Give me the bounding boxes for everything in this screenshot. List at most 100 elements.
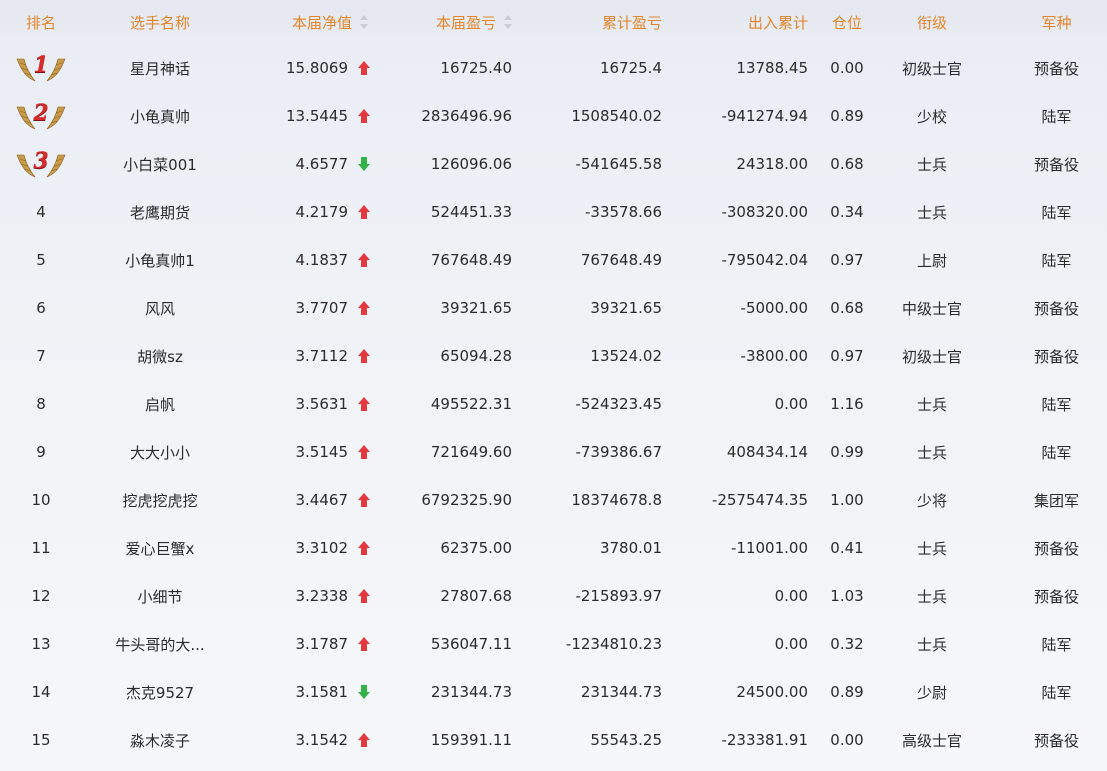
player-name[interactable]: 启帆 [82,380,238,428]
rank-cell: 15 [0,716,82,764]
inout-value: 13788.45 [736,59,808,77]
column-header-rank: 排名 [25,13,56,32]
column-header-current-pl-label: 本届盈亏 [435,13,496,32]
table-row: 14 杰克9527 3.1581 231344.73 231344.73 24500.00… [0,668,1107,716]
player-name[interactable]: 小龟真帅 [82,92,238,140]
position-value: 0.99 [830,443,864,461]
rank-number: 10 [31,491,51,509]
nav-value: 3.1542 [295,731,349,749]
player-name[interactable]: 小白菜001 [82,140,238,188]
cumulative-pl-value: 13524.02 [590,347,662,365]
nav-value: 3.5145 [295,443,349,461]
position-value: 1.03 [830,587,864,605]
player-name[interactable]: 小细节 [82,572,238,620]
column-header-cumulative-pl: 累计盈亏 [601,13,662,32]
nav-value: 3.7112 [295,347,349,365]
player-name[interactable]: 风风 [82,284,238,332]
table-header: 排名 选手名称 本届净值 本届盈亏 累计盈亏 出入累计 仓位 衔级 军种 [0,0,1107,44]
current-pl-value: 767648.49 [430,251,512,269]
sort-icon [504,15,512,29]
column-header-nav-label: 本届净值 [291,13,352,32]
nav-value: 4.6577 [295,155,349,173]
sort-icon [360,15,368,29]
arrow-down-icon [358,685,370,699]
current-pl-value: 16725.40 [440,59,512,77]
table-row: 1 星月神话 15.8069 16725.40 16725.4 13788.45 0.00 初… [0,44,1107,92]
rank-number: 9 [36,443,46,461]
leaderboard-table: 排名 选手名称 本届净值 本届盈亏 累计盈亏 出入累计 仓位 衔级 军种 1 星月… [0,0,1107,764]
rank-number: 4 [36,203,46,221]
trend-cell [352,476,376,524]
arrow-up-icon [358,637,370,651]
rank-medal-number: 1 [33,52,49,78]
branch-value: 陆军 [1041,443,1072,462]
player-name[interactable]: 星月神话 [82,44,238,92]
current-pl-value: 536047.11 [430,635,512,653]
current-pl-value: 159391.11 [430,731,512,749]
table-row: 12 小细节 3.2338 27807.68 -215893.97 0.00 1.03 士兵 预… [0,572,1107,620]
rank-cell: 6 [0,284,82,332]
table-row: 7 胡微sz 3.7112 65094.28 13524.02 -3800.00 0.97 初… [0,332,1107,380]
trend-cell [352,284,376,332]
current-pl-value: 2836496.96 [421,107,512,125]
rank-medal-number: 2 [33,100,49,126]
player-name[interactable]: 胡微sz [82,332,238,380]
table-row: 2 小龟真帅 13.5445 2836496.96 1508540.02 -941274.… [0,92,1107,140]
column-header-nav-sortable[interactable]: 本届净值 [238,0,368,44]
arrow-up-icon [358,397,370,411]
branch-value: 预备役 [1033,347,1079,366]
cumulative-pl-value: -33578.66 [585,203,662,221]
branch-value: 预备役 [1033,59,1079,78]
player-name[interactable]: 大大小小 [82,428,238,476]
current-pl-value: 721649.60 [430,443,512,461]
trend-cell [352,188,376,236]
arrow-up-icon [358,205,370,219]
position-value: 0.89 [830,107,864,125]
player-name[interactable]: 小龟真帅1 [82,236,238,284]
trend-cell [352,620,376,668]
nav-value: 15.8069 [285,59,348,77]
player-name[interactable]: 牛头哥的大... [82,620,238,668]
column-header-title: 衔级 [916,13,947,32]
player-name[interactable]: 老鹰期货 [82,188,238,236]
nav-value: 13.5445 [285,107,348,125]
title-value: 士兵 [916,539,947,558]
current-pl-value: 524451.33 [430,203,512,221]
position-value: 0.68 [830,299,864,317]
branch-value: 预备役 [1033,731,1079,750]
cumulative-pl-value: 3780.01 [599,539,662,557]
trend-cell [352,572,376,620]
inout-value: 0.00 [774,635,808,653]
position-value: 1.16 [830,395,864,413]
table-row: 11 爱心巨蟹x 3.3102 62375.00 3780.01 -11001.00 0.4… [0,524,1107,572]
position-value: 0.97 [830,347,864,365]
rank-medal: 3 [15,147,67,181]
position-value: 0.89 [830,683,864,701]
title-value: 少将 [916,491,947,510]
nav-value: 3.7707 [295,299,349,317]
branch-value: 预备役 [1033,155,1079,174]
rank-cell: 2 [0,92,82,140]
arrow-up-icon [358,109,370,123]
branch-value: 预备役 [1033,587,1079,606]
column-header-current-pl-sortable[interactable]: 本届盈亏 [376,0,512,44]
trend-cell [352,236,376,284]
inout-value: -11001.00 [731,539,808,557]
rank-number: 7 [36,347,46,365]
title-value: 高级士官 [901,731,962,750]
player-name[interactable]: 淼木凌子 [82,716,238,764]
player-name[interactable]: 爱心巨蟹x [82,524,238,572]
table-row: 9 大大小小 3.5145 721649.60 -739386.67 408434.14 0… [0,428,1107,476]
table-body: 1 星月神话 15.8069 16725.40 16725.4 13788.45 0.00 初… [0,44,1107,764]
cumulative-pl-value: 1508540.02 [571,107,662,125]
trend-cell [352,44,376,92]
title-value: 少校 [916,107,947,126]
arrow-down-icon [358,157,370,171]
player-name[interactable]: 挖虎挖虎挖 [82,476,238,524]
player-name[interactable]: 杰克9527 [82,668,238,716]
title-value: 士兵 [916,203,947,222]
current-pl-value: 231344.73 [430,683,512,701]
position-value: 0.41 [830,539,864,557]
position-value: 0.00 [830,59,864,77]
title-value: 初级士官 [901,59,962,78]
